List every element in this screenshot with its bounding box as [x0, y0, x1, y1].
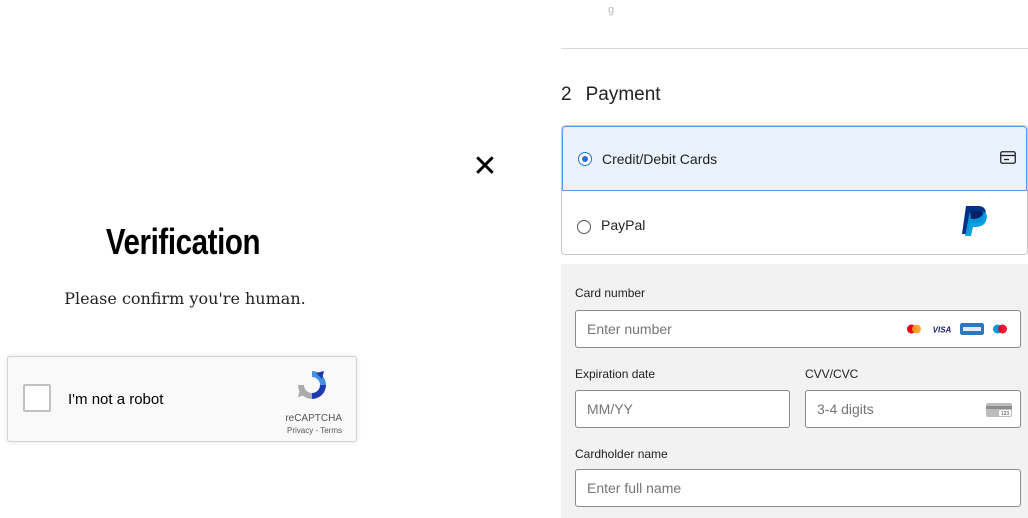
- maestro-icon: [990, 323, 1010, 335]
- card-details-form: Card number VISA Expiration date CV: [561, 264, 1028, 518]
- radio-card[interactable]: [578, 152, 592, 166]
- close-icon[interactable]: ✕: [472, 152, 498, 182]
- credit-card-icon: [1000, 151, 1016, 164]
- svg-text:VISA: VISA: [933, 326, 952, 335]
- verification-title: Verification: [105, 221, 261, 262]
- expiration-field: [575, 390, 790, 428]
- step-number: 2: [561, 84, 572, 105]
- card-number-label: Card number: [575, 286, 646, 300]
- cardholder-label: Cardholder name: [575, 447, 668, 461]
- recaptcha-widget: I'm not a robot reCAPTCHA Privacy - Term…: [7, 356, 357, 442]
- payment-method-card[interactable]: Credit/Debit Cards: [562, 126, 1027, 191]
- top-fragment-text: g: [608, 4, 615, 16]
- cardholder-input[interactable]: [576, 470, 1020, 506]
- cvv-field: 123: [805, 390, 1021, 428]
- payment-step-title: 2 Payment: [561, 84, 661, 106]
- mastercard-icon: [904, 323, 924, 335]
- payment-method-card-label: Credit/Debit Cards: [602, 151, 718, 167]
- expiration-label: Expiration date: [575, 367, 656, 381]
- recaptcha-logo-icon: [298, 371, 326, 399]
- cardholder-field: [575, 469, 1021, 507]
- recaptcha-privacy-terms-link[interactable]: Privacy - Terms: [287, 426, 342, 435]
- expiration-input[interactable]: [576, 391, 789, 427]
- recaptcha-checkbox[interactable]: [23, 384, 51, 412]
- radio-paypal[interactable]: [577, 220, 591, 234]
- cvv-card-icon: 123: [986, 403, 1012, 417]
- recaptcha-checkbox-label: I'm not a robot: [68, 391, 164, 408]
- section-divider: [561, 48, 1028, 49]
- recaptcha-brand: reCAPTCHA: [285, 413, 342, 424]
- card-brand-icons: VISA: [904, 323, 1010, 335]
- amex-icon: [960, 323, 984, 335]
- step-title-text: Payment: [585, 84, 661, 105]
- cvv-label: CVV/CVC: [805, 367, 859, 381]
- verification-subtitle: Please confirm you're human.: [64, 289, 306, 308]
- visa-icon: VISA: [930, 323, 954, 335]
- card-number-field: VISA: [575, 310, 1021, 348]
- paypal-logo-icon: [962, 206, 987, 236]
- svg-text:123: 123: [1001, 411, 1010, 417]
- payment-method-paypal-label: PayPal: [601, 217, 646, 233]
- payment-method-selector: Credit/Debit Cards PayPal: [561, 125, 1028, 255]
- payment-method-paypal[interactable]: PayPal: [562, 191, 1027, 254]
